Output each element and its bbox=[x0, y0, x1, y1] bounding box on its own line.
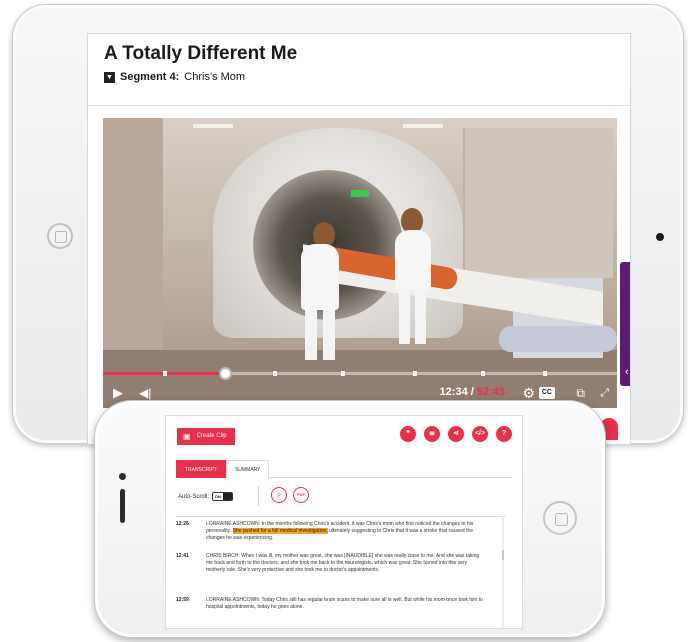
create-clip-button[interactable]: ▣ Create Clip bbox=[177, 428, 235, 445]
phone-home-button bbox=[543, 501, 577, 535]
transcript-time[interactable]: 12:26 bbox=[176, 521, 196, 542]
time-separator: / bbox=[467, 386, 477, 398]
chapter-marker[interactable] bbox=[341, 371, 345, 376]
create-clip-label: Create Clip bbox=[196, 433, 227, 439]
video-frame-nurse-leg bbox=[415, 290, 426, 344]
chapter-marker[interactable] bbox=[413, 371, 417, 376]
time-display: 12:34 / 52:45 bbox=[440, 386, 505, 398]
phone-screen: ▣ Create Clip ❝ ≣ ⋖ </> ? TRANSCRIPT SUM… bbox=[165, 415, 523, 629]
page-title: A Totally Different Me bbox=[104, 43, 298, 64]
video-frame-nurse-leg bbox=[305, 310, 317, 360]
video-frame-nurse-leg bbox=[399, 290, 410, 344]
video-frame-nurse-leg bbox=[323, 310, 335, 360]
search-icon[interactable]: ⌕ bbox=[271, 487, 287, 503]
toggle-off-half bbox=[222, 493, 233, 500]
video-frame-nurse bbox=[301, 244, 339, 310]
autoscroll-control: Auto-Scroll: ON bbox=[178, 492, 234, 501]
code-icon[interactable]: </> bbox=[472, 426, 488, 442]
video-frame-panel bbox=[463, 128, 613, 278]
transcript-entry[interactable]: 12:26 LORRAINE ASHCOWN: In the months fo… bbox=[176, 521, 486, 542]
time-current: 12:34 bbox=[439, 386, 468, 398]
video-frame-wall bbox=[103, 118, 163, 378]
share-icon[interactable]: ⋖ bbox=[448, 426, 464, 442]
video-frame-light bbox=[193, 124, 233, 128]
toolbar-divider bbox=[258, 486, 259, 506]
transcript-scrollbar[interactable] bbox=[502, 516, 504, 628]
time-total: 52:45 bbox=[476, 386, 505, 398]
sage-recommends-tab[interactable]: SAGE Recommends ‹ bbox=[620, 262, 630, 386]
segment-dropdown-icon[interactable]: ▼ bbox=[104, 71, 115, 83]
pdf-download-button[interactable]: PDF bbox=[293, 487, 309, 503]
tablet-camera bbox=[656, 233, 664, 241]
document-header: A Totally Different Me ▼ Segment 4: Chri… bbox=[88, 34, 630, 106]
clip-icon: ▣ bbox=[183, 432, 191, 441]
autoscroll-state: ON bbox=[213, 493, 223, 500]
chevron-left-icon: ‹ bbox=[625, 366, 629, 378]
chapter-marker[interactable] bbox=[273, 371, 277, 376]
chapter-marker[interactable] bbox=[163, 371, 167, 376]
transcript-time[interactable]: 12:59 bbox=[176, 597, 196, 611]
transcript-time[interactable]: 12:41 bbox=[176, 553, 196, 574]
tablet-screen: A Totally Different Me ▼ Segment 4: Chri… bbox=[87, 33, 631, 445]
phone-camera bbox=[119, 473, 126, 480]
panel-tabs: TRANSCRIPT SUMMARY bbox=[176, 460, 512, 478]
video-frame-nurse bbox=[395, 230, 431, 290]
sage-recommends-label: SAGE Recommends bbox=[622, 266, 630, 366]
cc-icon[interactable]: CC bbox=[538, 387, 555, 399]
phone-speaker bbox=[120, 489, 125, 523]
segment-row: ▼ Segment 4: Chris's Mom bbox=[104, 71, 245, 83]
transcript-scrollbar-thumb[interactable] bbox=[502, 550, 504, 560]
tab-summary[interactable]: SUMMARY bbox=[225, 460, 270, 478]
help-icon[interactable]: ? bbox=[496, 426, 512, 442]
video-progress-bar[interactable] bbox=[103, 367, 617, 380]
segment-name: Chris's Mom bbox=[184, 71, 246, 83]
phone-device: ▣ Create Clip ❝ ≣ ⋖ </> ? TRANSCRIPT SUM… bbox=[94, 400, 606, 638]
chapter-marker[interactable] bbox=[481, 371, 485, 376]
tablet-device: A Totally Different Me ▼ Segment 4: Chri… bbox=[12, 4, 684, 445]
autoscroll-label: Auto-Scroll: bbox=[178, 493, 210, 500]
tab-transcript[interactable]: TRANSCRIPT bbox=[176, 460, 226, 478]
embed-list-icon[interactable]: ≣ bbox=[424, 426, 440, 442]
autoscroll-toggle[interactable]: ON bbox=[212, 492, 234, 501]
transcript-text: CHRIS BIRCH: When I was ill, my mother w… bbox=[206, 553, 480, 573]
video-frame-scanner-led bbox=[351, 190, 369, 197]
tablet-home-button bbox=[47, 223, 73, 249]
video-frame-light bbox=[403, 124, 443, 128]
transcript-entry[interactable]: 12:41 CHRIS BIRCH: When I was ill, my mo… bbox=[176, 553, 486, 574]
chapter-marker[interactable] bbox=[543, 371, 547, 376]
segment-label: Segment 4: bbox=[120, 71, 180, 83]
cite-icon[interactable]: ❝ bbox=[400, 426, 416, 442]
video-player[interactable]: ▶ ◀| 12:34 / 52:45 ⚙ CC ⧉ ⤢ bbox=[103, 118, 617, 408]
transcript-text: LORRAINE ASHCOWN: Today Chris still has … bbox=[206, 597, 483, 610]
transcript-list[interactable]: 12:26 LORRAINE ASHCOWN: In the months fo… bbox=[176, 516, 506, 628]
transcript-entry[interactable]: 12:59 LORRAINE ASHCOWN: Today Chris stil… bbox=[176, 597, 486, 611]
video-frame-cart-cushion bbox=[499, 326, 617, 352]
transcript-text: LORRAINE ASHCOWN: In the months followin… bbox=[206, 521, 486, 542]
action-icons: ❝ ≣ ⋖ </> ? bbox=[400, 426, 512, 442]
transcript-highlight: She pushed for a full medical investigat… bbox=[232, 528, 328, 534]
fullscreen-icon[interactable]: ⤢ bbox=[600, 378, 609, 408]
